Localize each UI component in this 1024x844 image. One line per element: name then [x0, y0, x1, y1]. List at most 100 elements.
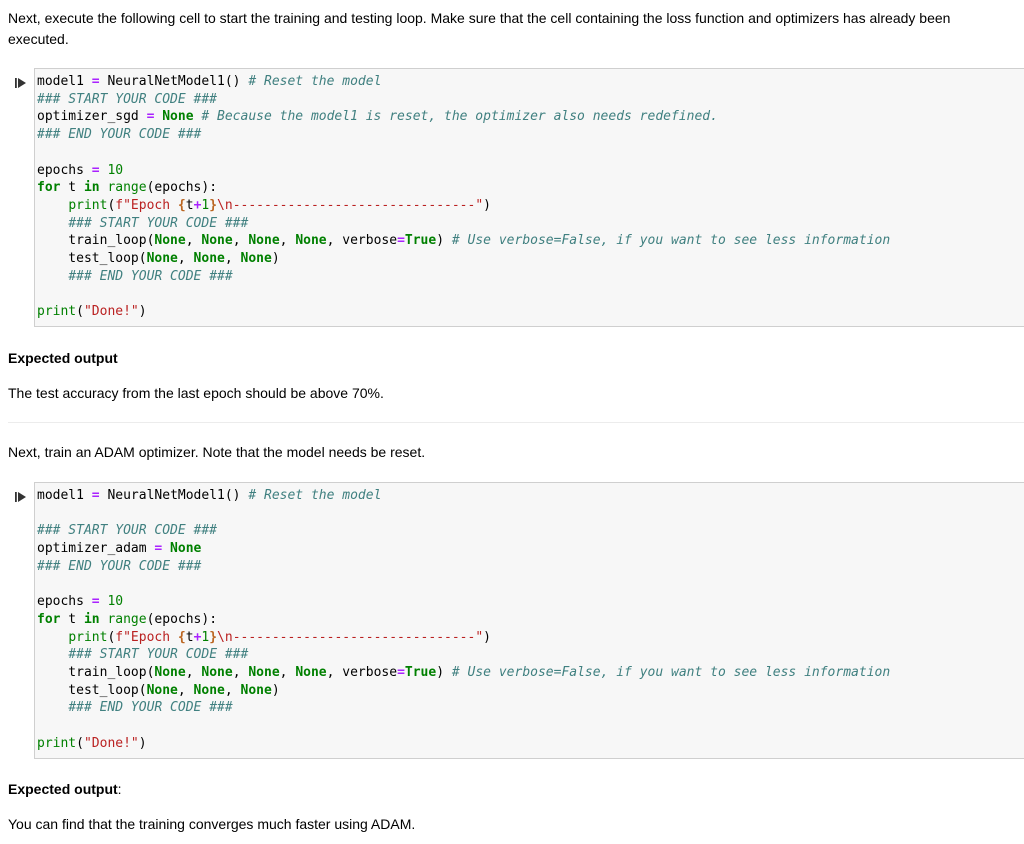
- code-token: ### START YOUR CODE ###: [68, 647, 249, 663]
- code-token: epochs: [37, 594, 92, 610]
- code-token: ,: [279, 233, 296, 249]
- code-token: # Use verbose=False, if you want to see …: [451, 233, 891, 249]
- code-token: ### START YOUR CODE ###: [37, 91, 218, 107]
- code-token: None: [162, 541, 202, 557]
- code-token: print: [37, 735, 77, 751]
- code-token: None: [193, 251, 225, 267]
- code-token: "Done!": [83, 735, 139, 751]
- code-line[interactable]: epochs = 10: [37, 162, 890, 180]
- code-token: =: [91, 488, 100, 503]
- code-token: optimizer_sgd: [37, 109, 147, 125]
- code-token: None: [154, 109, 194, 125]
- code-token: ,: [224, 251, 241, 267]
- code-token: ### END YOUR CODE ###: [37, 127, 202, 143]
- code-line[interactable]: optimizer_sgd = None # Because the model…: [37, 108, 890, 126]
- markdown-adam-intro: Next, train an ADAM optimizer. Note that…: [8, 442, 1014, 463]
- code-token: ### END YOUR CODE ###: [37, 558, 202, 574]
- code-line[interactable]: print("Done!"): [37, 735, 890, 753]
- code-token: epochs: [37, 162, 92, 178]
- cell-divider: [8, 422, 1024, 423]
- code-token: None: [201, 665, 233, 680]
- code-token: ): [138, 735, 147, 751]
- run-cell-icon[interactable]: [14, 76, 28, 90]
- code-line[interactable]: ### END YOUR CODE ###: [37, 558, 890, 576]
- code-token: None: [240, 251, 272, 267]
- code-line[interactable]: print(f"Epoch {t+1}\n-------------------…: [37, 197, 890, 215]
- code-token: ### END YOUR CODE ###: [68, 700, 233, 716]
- code-line[interactable]: train_loop(None, None, None, None, verbo…: [37, 232, 890, 250]
- code-token: t: [60, 180, 84, 196]
- code-line[interactable]: ### START YOUR CODE ###: [37, 522, 890, 540]
- code-line[interactable]: [37, 505, 890, 523]
- expected-output-text: The test accuracy from the last epoch sh…: [8, 385, 384, 401]
- code-token: (epochs):: [146, 611, 218, 627]
- code-token: range: [107, 180, 147, 196]
- code-token: ,: [279, 665, 296, 680]
- code-token: ,: [185, 233, 202, 249]
- expected-output-text: You can find that the training converges…: [8, 816, 416, 832]
- code-line[interactable]: ### START YOUR CODE ###: [37, 646, 890, 664]
- code-token: "Done!": [83, 304, 139, 320]
- code-lines[interactable]: model1 = NeuralNetModel1() # Reset the m…: [37, 487, 890, 753]
- code-line[interactable]: ### START YOUR CODE ###: [37, 91, 890, 109]
- heading-colon: :: [117, 781, 122, 797]
- code-line[interactable]: [37, 144, 890, 162]
- code-token: print: [68, 629, 108, 645]
- code-line[interactable]: optimizer_adam = None: [37, 540, 890, 558]
- code-token: None: [154, 233, 186, 249]
- code-token: ### START YOUR CODE ###: [68, 215, 249, 231]
- code-token: None: [248, 233, 280, 249]
- code-line[interactable]: train_loop(None, None, None, None, verbo…: [37, 664, 890, 682]
- code-token: }: [209, 629, 218, 645]
- code-line[interactable]: epochs = 10: [37, 593, 890, 611]
- code-line[interactable]: print(f"Epoch {t+1}\n-------------------…: [37, 629, 890, 647]
- code-token: # Reset the model: [248, 74, 382, 89]
- code-token: t: [60, 611, 84, 627]
- markdown-expected-output-2: Expected output:: [8, 779, 1014, 800]
- code-token: for: [37, 611, 61, 627]
- code-line[interactable]: test_loop(None, None, None): [37, 682, 890, 700]
- code-token: None: [146, 682, 178, 698]
- code-token: True: [404, 665, 437, 680]
- code-token: ): [436, 665, 452, 680]
- code-lines[interactable]: model1 = NeuralNetModel1() # Reset the m…: [37, 73, 890, 321]
- code-line[interactable]: test_loop(None, None, None): [37, 250, 890, 268]
- code-token: (: [76, 304, 84, 320]
- code-line[interactable]: for t in range(epochs):: [37, 179, 890, 197]
- code-token: optimizer_adam: [37, 541, 155, 557]
- expected-output-heading: Expected output: [8, 781, 118, 797]
- code-token: t: [185, 197, 194, 213]
- markdown-intro: Next, execute the following cell to star…: [8, 8, 1014, 50]
- run-cell-icon[interactable]: [14, 490, 28, 504]
- code-line[interactable]: model1 = NeuralNetModel1() # Reset the m…: [37, 73, 890, 91]
- code-editor[interactable]: model1 = NeuralNetModel1() # Reset the m…: [34, 482, 1024, 759]
- code-line[interactable]: [37, 717, 890, 735]
- code-line[interactable]: ### START YOUR CODE ###: [37, 215, 890, 233]
- markdown-expected-text-2: You can find that the training converges…: [8, 814, 1014, 835]
- code-token: None: [248, 665, 280, 680]
- code-line[interactable]: for t in range(epochs):: [37, 611, 890, 629]
- code-cell-sgd[interactable]: model1 = NeuralNetModel1() # Reset the m…: [14, 68, 1024, 327]
- code-line[interactable]: ### END YOUR CODE ###: [37, 126, 890, 144]
- code-line[interactable]: [37, 285, 890, 303]
- code-token: True: [404, 233, 437, 249]
- code-token: ): [436, 233, 452, 249]
- code-line[interactable]: ### END YOUR CODE ###: [37, 268, 890, 286]
- code-token: ): [483, 197, 491, 213]
- code-token: NeuralNetModel1(): [99, 74, 249, 89]
- code-cell-adam[interactable]: model1 = NeuralNetModel1() # Reset the m…: [14, 482, 1024, 759]
- code-line[interactable]: ### END YOUR CODE ###: [37, 699, 890, 717]
- code-token: test_loop(: [37, 251, 147, 267]
- code-line[interactable]: print("Done!"): [37, 303, 890, 321]
- code-token: # Because the model1 is reset, the optim…: [201, 109, 718, 125]
- code-line[interactable]: model1 = NeuralNetModel1() # Reset the m…: [37, 487, 890, 505]
- code-token: None: [146, 251, 178, 267]
- code-line[interactable]: [37, 576, 890, 594]
- code-token: 10: [107, 162, 124, 178]
- code-token: =: [91, 594, 100, 610]
- code-editor[interactable]: model1 = NeuralNetModel1() # Reset the m…: [34, 68, 1024, 327]
- code-token: None: [201, 233, 233, 249]
